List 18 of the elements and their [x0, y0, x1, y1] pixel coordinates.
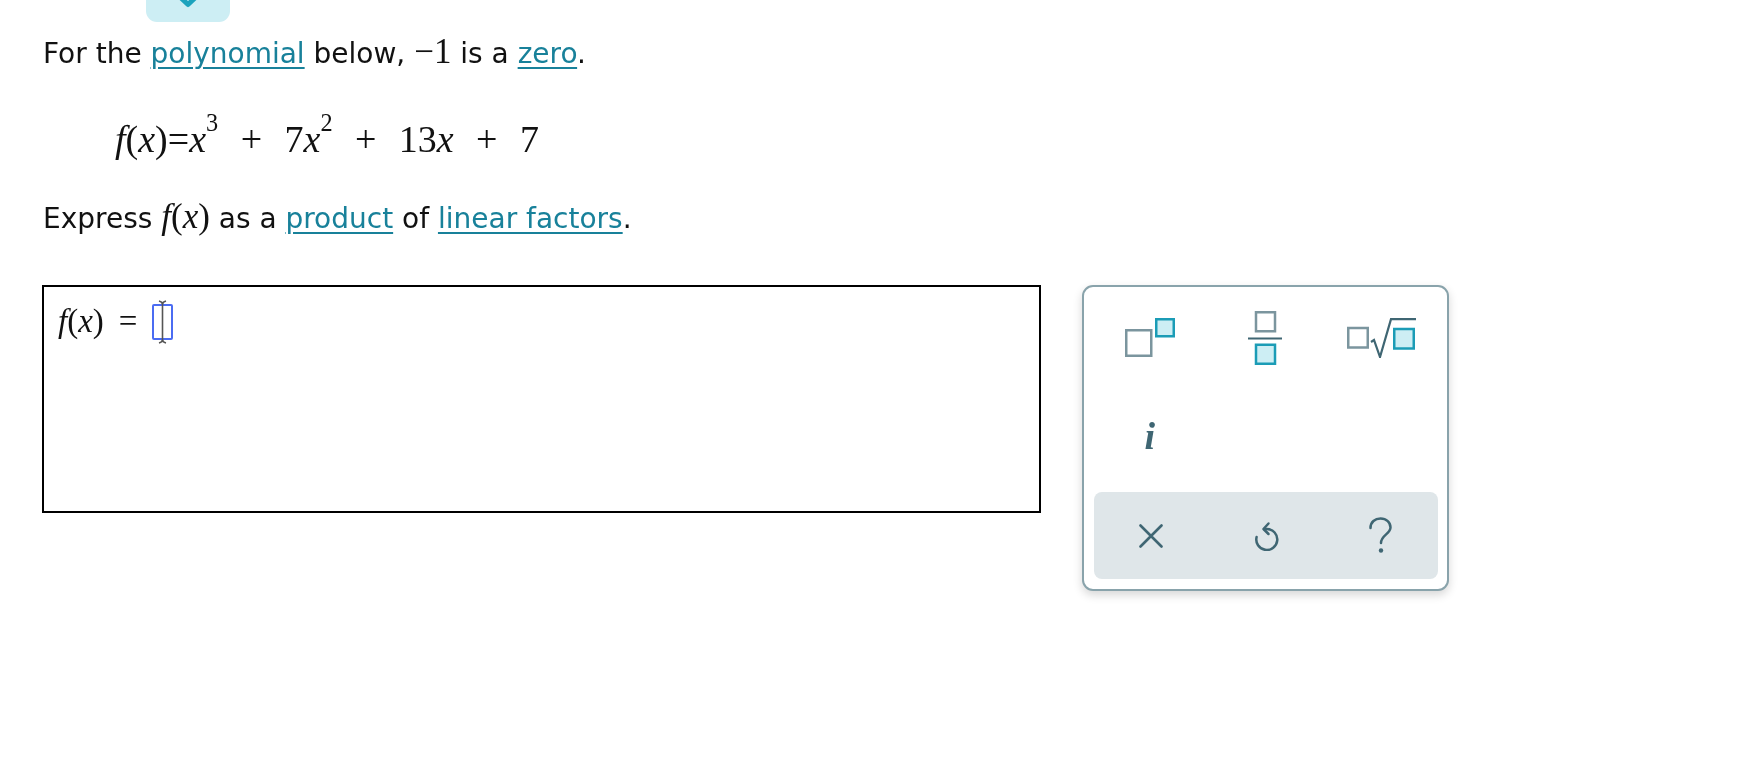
symbol-key[interactable]: i [1138, 414, 1162, 458]
answer-slot[interactable] [152, 304, 174, 340]
root-icon [1346, 318, 1416, 358]
fraction-icon [1248, 311, 1283, 365]
instruction-text: Express f(x) as a product of linear factors. [43, 199, 633, 235]
glossary-link[interactable]: zero [517, 37, 578, 70]
question-text: For the polynomial below, −1 is a zero. [43, 34, 587, 70]
answer-box[interactable]: f(x) = [42, 285, 1041, 513]
undo-icon [1253, 520, 1279, 551]
question-mark-icon [1368, 517, 1394, 554]
close-icon [1139, 523, 1164, 548]
glossary-link[interactable]: linear factors [437, 202, 623, 235]
text-cursor-icon [158, 300, 168, 344]
collapse-tab[interactable] [146, 0, 230, 22]
function-label: f(x) = [58, 302, 138, 340]
glossary-link[interactable]: polynomial [150, 37, 305, 70]
exponent-icon [1124, 318, 1175, 358]
glossary-link[interactable]: product [285, 202, 394, 235]
